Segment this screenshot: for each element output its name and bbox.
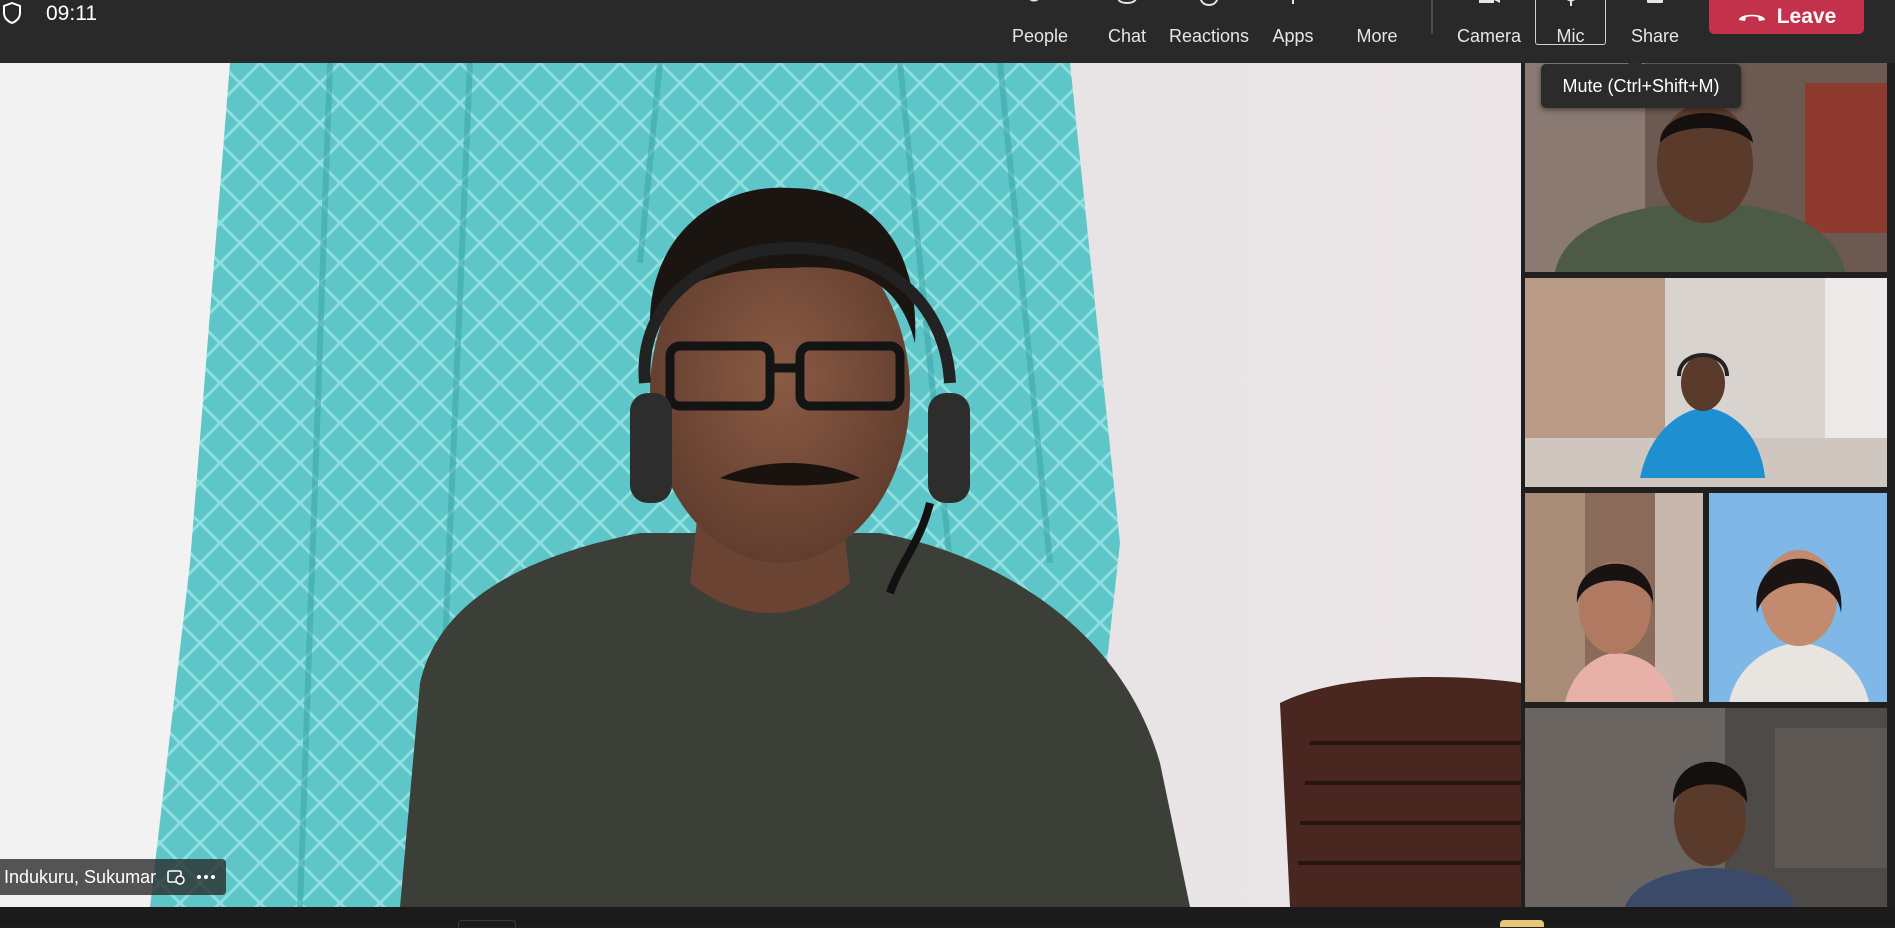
participant-video-5 <box>1525 708 1887 907</box>
apps-label: Apps <box>1272 26 1314 46</box>
share-icon <box>1647 0 1663 3</box>
hang-up-icon <box>1738 14 1765 21</box>
mute-tooltip: Mute (Ctrl+Shift+M) <box>1541 57 1741 108</box>
participant-name-tag: Indukuru, Sukumar <box>0 859 227 895</box>
tooltip-text: Mute (Ctrl+Shift+M) <box>1562 75 1720 96</box>
more-options-icon[interactable] <box>196 874 216 880</box>
main-video-feed <box>0 63 1521 907</box>
pin-icon[interactable] <box>166 868 186 886</box>
chat-button[interactable]: Chat <box>1102 0 1152 46</box>
camera-button[interactable]: Camera <box>1455 0 1523 46</box>
taskbar-strip <box>0 907 1895 928</box>
meeting-timer: 09:11 <box>46 2 97 25</box>
meeting-toolbar: 09:11 People Chat Reactions Apps More Ca… <box>0 0 1895 63</box>
more-button[interactable]: More <box>1352 0 1402 46</box>
leave-button[interactable]: Leave <box>1709 0 1864 34</box>
participant-tile-3[interactable] <box>1525 493 1703 702</box>
camera-icon <box>1479 0 1500 3</box>
mic-icon <box>1566 0 1575 6</box>
participant-tile-5[interactable] <box>1525 708 1887 907</box>
reactions-label: Reactions <box>1168 26 1250 46</box>
participant-tile-4[interactable] <box>1709 493 1887 702</box>
people-button[interactable]: People <box>1010 0 1070 46</box>
participant-name: Indukuru, Sukumar <box>4 866 157 887</box>
leave-label: Leave <box>1776 5 1837 28</box>
main-participant-video[interactable]: Indukuru, Sukumar <box>0 63 1521 907</box>
toolbar-divider <box>1431 0 1433 34</box>
camera-label: Camera <box>1456 26 1522 46</box>
more-label: More <box>1356 26 1398 46</box>
participant-video-3 <box>1525 493 1703 702</box>
mic-label: Mic <box>1556 26 1585 46</box>
apps-button[interactable]: Apps <box>1268 0 1318 46</box>
people-icon <box>1029 0 1039 2</box>
reactions-button[interactable]: Reactions <box>1168 0 1250 46</box>
reactions-icon <box>1200 0 1218 7</box>
people-label: People <box>1011 26 1069 46</box>
shield-icon <box>3 2 21 24</box>
mic-button-content[interactable]: Mic <box>1535 0 1606 46</box>
participant-video-4 <box>1709 493 1887 702</box>
more-icon <box>1362 0 1392 8</box>
share-label: Share <box>1630 26 1680 46</box>
share-button[interactable]: Share <box>1625 0 1685 46</box>
taskbar-item-highlight <box>1500 920 1544 927</box>
participant-video-2 <box>1525 278 1887 487</box>
chat-label: Chat <box>1107 26 1147 46</box>
chat-icon <box>1117 0 1137 5</box>
participant-tile-2[interactable] <box>1525 278 1887 487</box>
apps-icon <box>1292 0 1294 4</box>
